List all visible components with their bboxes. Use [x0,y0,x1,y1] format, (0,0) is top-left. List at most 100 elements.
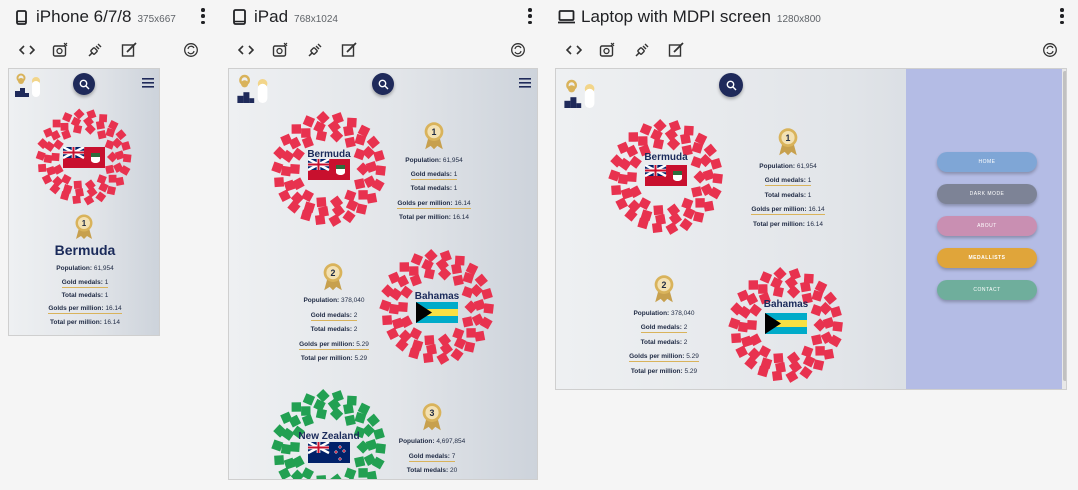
golds-per-million-stat: Golds per million: 5.29 [629,353,699,362]
wreath-tile [746,319,757,331]
rank-number: 3 [430,408,435,418]
bermuda-flag [62,145,105,168]
wreath-tile [771,370,783,382]
wreath-tile [329,473,344,479]
golds-per-million-stat: Golds per million: 16.14 [48,305,122,314]
code-icon[interactable] [17,40,37,60]
wreath-tile [280,443,292,455]
nav-medallists-button[interactable]: MEDALLISTS [937,248,1037,268]
camera-icon[interactable] [50,40,70,60]
device-header-ipad: iPad 768x1024 [230,4,338,30]
wreath-tile [366,470,378,479]
wreath-tile [73,180,82,189]
wreath-tile [301,406,311,416]
wreath-tile [120,141,131,151]
medal-badge: 2 [653,274,675,304]
laptop-viewport: Bermuda 1 Population: 61,954 Gold medals… [555,68,1067,390]
code-icon[interactable] [236,40,256,60]
device-resolution: 1280x800 [776,13,821,25]
total-per-million-stat: Total per million: 16.14 [50,319,120,326]
more-options-icon[interactable] [527,8,533,24]
medal-badge: 3 [421,402,443,432]
gold-medals-stat: Gold medals: 1 [61,279,109,288]
nav-contact-button[interactable]: CONTACT [937,280,1037,300]
new-zealand-flag [307,440,350,463]
total-medals-stat: Total medals: 20 [406,467,458,474]
wreath-tile [823,348,835,360]
wreath-tile [274,455,285,466]
wreath-tile [38,163,47,173]
wreath-tile [346,395,357,406]
wreath-tile [289,441,300,453]
wreath-tile [737,321,749,333]
wreath-tile [304,479,316,480]
nav-home-button[interactable]: HOME [937,152,1037,172]
wreath-tile [60,174,72,185]
bahamas-flag [765,313,807,334]
wreath-tile [773,353,784,364]
rotate-icon[interactable] [181,40,201,60]
edit-icon[interactable] [339,40,359,60]
wreath-emblem [728,267,843,383]
scrollbar-thumb[interactable] [1063,71,1066,381]
wreath-tile [329,407,344,421]
wreath-tile [316,475,327,479]
device-header-iphone: iPhone 6/7/8 375x667 [12,4,176,30]
device-resolution: 375x667 [137,13,176,25]
more-options-icon[interactable] [200,8,206,24]
wreath-tile [354,456,366,468]
wreath-tile [803,273,814,284]
nav-dark-mode-button[interactable]: DARK MODE [937,184,1037,204]
wreath-tile [278,467,292,479]
nav-about-button[interactable]: ABOUT [937,216,1037,236]
wreath-tile [52,119,61,128]
wreath-tile [290,469,305,479]
gold-medals-stat: Gold medals: 7 [408,453,456,462]
country-name: Bermuda [54,242,116,258]
wreath-tile [758,284,768,294]
iphone-viewport: 1 Bermuda Population: 61,954 Gold medals… [8,68,160,336]
more-options-icon[interactable] [1059,8,1065,24]
scrollbar[interactable] [1062,69,1066,389]
wreath-tile [105,164,115,175]
wreath-tile [301,414,314,427]
wreath-tile [98,182,109,193]
wreath-tile [60,122,69,131]
code-icon[interactable] [564,40,584,60]
country-name: Bahamas [763,299,809,310]
ipad-viewport: Bermuda 1 Population: 61,954 Gold medals… [228,68,538,480]
rank-number: 1 [82,219,87,228]
wreath-tile [115,176,125,186]
wreath-tile [830,306,842,318]
rotate-icon[interactable] [508,40,528,60]
wreath-tile [759,271,773,284]
device-name: iPad [254,7,289,26]
wreath-tile [748,280,759,290]
wreath-tile [106,185,117,196]
device-name: Laptop with MDPI screen [581,7,771,26]
plug-icon[interactable] [85,40,105,60]
wreath-tile [61,129,72,140]
medal-badge: 1 [74,214,94,240]
camera-icon[interactable] [270,40,290,60]
device-name: iPhone 6/7/8 [36,7,132,26]
devtools-device-preview: iPhone 6/7/8 375x667 iPad 768x1024 Lapto… [0,0,1078,490]
wreath-tile [51,152,60,162]
wreath-tile [832,321,843,332]
device-header-laptop: Laptop with MDPI screen 1280x800 [557,4,821,30]
camera-icon[interactable] [597,40,617,60]
rotate-icon[interactable] [1040,40,1060,60]
wreath-tile [41,174,53,185]
wreath-tile [72,195,81,204]
wreath-tile [735,345,749,359]
wreath-tile [302,393,316,406]
wreath-tile [43,154,53,164]
rank-number: 2 [662,280,667,290]
edit-icon[interactable] [119,40,139,60]
wreath-tile [344,414,356,426]
wreath-tile [802,354,816,368]
edit-icon[interactable] [666,40,686,60]
plug-icon[interactable] [305,40,325,60]
population-stat: Population: 61,954 [56,265,114,272]
plug-icon[interactable] [632,40,652,60]
